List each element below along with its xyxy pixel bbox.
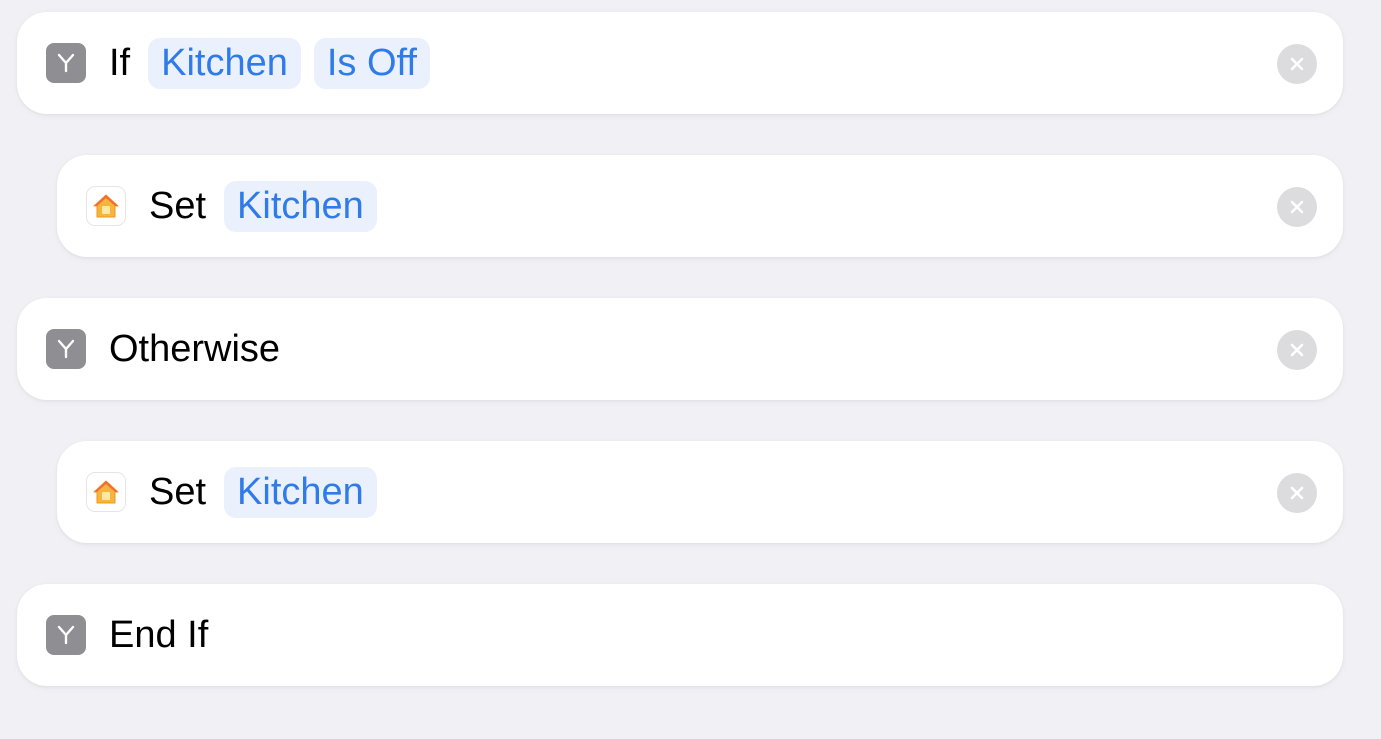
remove-action-button[interactable] bbox=[1277, 44, 1317, 84]
otherwise-action-card[interactable]: Otherwise bbox=[17, 298, 1343, 400]
scripting-branch-icon bbox=[46, 43, 86, 83]
close-icon bbox=[1290, 200, 1304, 214]
action-label: Set bbox=[149, 471, 207, 513]
kitchen-token[interactable]: Kitchen bbox=[224, 466, 377, 518]
set-action-card[interactable]: Set Kitchen bbox=[57, 441, 1343, 543]
kitchen-token[interactable]: Kitchen bbox=[148, 37, 301, 89]
scripting-branch-icon bbox=[46, 329, 86, 369]
set-action-card[interactable]: Set Kitchen bbox=[57, 155, 1343, 257]
remove-action-button[interactable] bbox=[1277, 473, 1317, 513]
home-icon bbox=[86, 186, 126, 226]
home-icon bbox=[86, 472, 126, 512]
action-label: Set bbox=[149, 185, 207, 227]
action-label: End If bbox=[109, 614, 209, 656]
scripting-branch-icon bbox=[46, 615, 86, 655]
kitchen-token[interactable]: Kitchen bbox=[224, 180, 377, 232]
shortcut-editor: If Kitchen Is Off Set Kitchen Otherwise … bbox=[0, 0, 1381, 739]
remove-action-button[interactable] bbox=[1277, 330, 1317, 370]
action-label: Otherwise bbox=[109, 328, 281, 370]
end-if-action-card[interactable]: End If bbox=[17, 584, 1343, 686]
close-icon bbox=[1290, 57, 1304, 71]
remove-action-button[interactable] bbox=[1277, 187, 1317, 227]
close-icon bbox=[1290, 486, 1304, 500]
if-action-card[interactable]: If Kitchen Is Off bbox=[17, 12, 1343, 114]
condition-token[interactable]: Is Off bbox=[313, 37, 430, 89]
action-label: If bbox=[109, 42, 131, 84]
close-icon bbox=[1290, 343, 1304, 357]
